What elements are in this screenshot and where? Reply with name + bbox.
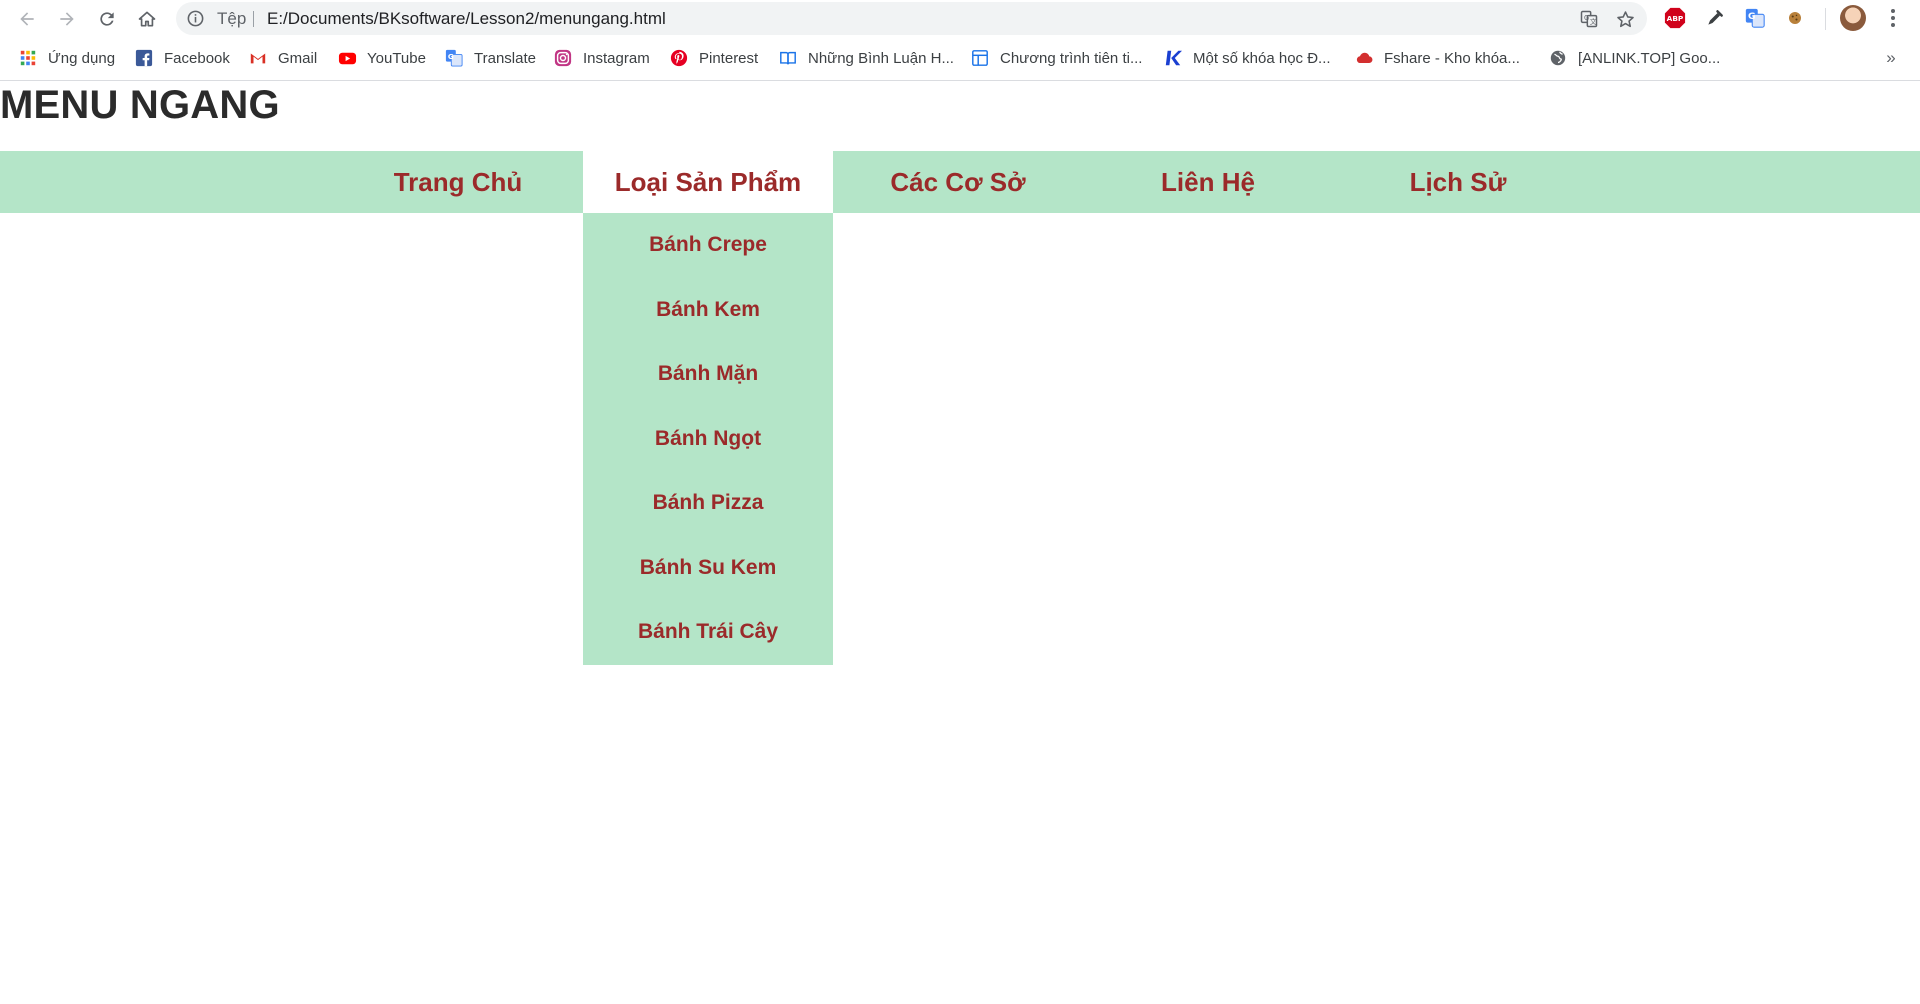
- bookmark-anlink[interactable]: [ANLINK.TOP] Goo...: [1548, 47, 1720, 69]
- reload-button[interactable]: [91, 3, 123, 35]
- home-button[interactable]: [131, 3, 163, 35]
- bookmark-gmail[interactable]: Gmail: [248, 47, 317, 69]
- bookmark-label: [ANLINK.TOP] Goo...: [1578, 49, 1721, 67]
- eyedropper-icon[interactable]: [1704, 7, 1726, 29]
- back-arrow-icon: [20, 12, 34, 26]
- forward-arrow-icon: [60, 12, 74, 26]
- pinterest-icon: [669, 48, 689, 68]
- bookmark-star-icon[interactable]: [1614, 8, 1636, 30]
- scheme-divider: [253, 11, 254, 27]
- bookmark-nhung-binh-luan[interactable]: Những Bình Luận H...: [778, 47, 954, 69]
- submenu-item-banh-pizza[interactable]: Bánh Pizza: [583, 471, 833, 536]
- bookmark-label: Ứng dụng: [48, 49, 116, 67]
- instagram-icon: [553, 48, 573, 68]
- bookmark-mot-so-khoa-hoc[interactable]: Một số khóa học Đ...: [1163, 47, 1331, 69]
- translate-page-icon[interactable]: G文: [1578, 8, 1600, 30]
- youtube-icon: [337, 48, 357, 68]
- back-button[interactable]: [11, 3, 43, 35]
- bookmark-label: Những Bình Luận H...: [808, 49, 954, 67]
- bookmark-apps[interactable]: Ứng dụng: [18, 47, 115, 69]
- forward-button[interactable]: [51, 3, 83, 35]
- bookmark-label: Translate: [474, 49, 536, 67]
- menu-item-loai-san-pham[interactable]: Loại Sản Phẩm: [583, 151, 833, 213]
- menu-item-lich-su[interactable]: Lịch Sử: [1333, 151, 1583, 213]
- k-logo-icon: [1163, 48, 1183, 68]
- profile-avatar[interactable]: [1840, 5, 1866, 31]
- bookmark-chuong-trinh[interactable]: Chương trình tiên ti...: [970, 47, 1142, 69]
- address-bar[interactable]: Tệp E:/Documents/BKsoftware/Lesson2/menu…: [176, 2, 1647, 35]
- bookmarks-bar: Ứng dụng Facebook Gmail YouTube G Transl…: [0, 37, 1920, 81]
- google-translate-icon[interactable]: G: [1744, 7, 1766, 29]
- bookmark-youtube[interactable]: YouTube: [337, 47, 426, 69]
- svg-text:文: 文: [1590, 17, 1597, 26]
- bookmarks-overflow-icon[interactable]: »: [1880, 47, 1902, 69]
- gmail-icon: [248, 48, 268, 68]
- layout-icon: [970, 48, 990, 68]
- submenu-item-banh-ngot[interactable]: Bánh Ngọt: [583, 407, 833, 472]
- adblock-plus-icon[interactable]: ABP: [1664, 7, 1686, 29]
- bookmark-label: Gmail: [278, 49, 318, 67]
- bookmark-label: Facebook: [164, 49, 230, 67]
- browser-menu-icon[interactable]: [1880, 5, 1906, 31]
- menu-item-cac-co-so[interactable]: Các Cơ Sở: [833, 151, 1083, 213]
- svg-text:G: G: [1748, 11, 1756, 22]
- page-content: MENU NGANG Trang Chủ Loại Sản Phẩm Các C…: [0, 82, 1920, 1004]
- svg-text:G: G: [1584, 14, 1589, 22]
- bookmark-translate[interactable]: G Translate: [444, 47, 536, 69]
- bookmark-label: Pinterest: [699, 49, 759, 67]
- cookie-icon[interactable]: [1784, 7, 1806, 29]
- svg-text:G: G: [448, 52, 454, 61]
- page-title: MENU NGANG: [0, 83, 280, 127]
- translate-icon: G: [444, 48, 464, 68]
- svg-text:ABP: ABP: [1667, 14, 1684, 23]
- bookmark-instagram[interactable]: Instagram: [553, 47, 650, 69]
- submenu-dropdown: Bánh Crepe Bánh Kem Bánh Mặn Bánh Ngọt B…: [583, 213, 833, 665]
- menu-item-trang-chu[interactable]: Trang Chủ: [333, 151, 583, 213]
- toolbar-divider: [1825, 8, 1826, 30]
- submenu-item-banh-crepe[interactable]: Bánh Crepe: [583, 213, 833, 278]
- menu-item-lien-he[interactable]: Liên Hệ: [1083, 151, 1333, 213]
- bookmark-label: Một số khóa học Đ...: [1193, 49, 1331, 67]
- apps-grid-icon: [18, 48, 38, 68]
- submenu-item-banh-su-kem[interactable]: Bánh Su Kem: [583, 536, 833, 601]
- cloud-icon: [1354, 48, 1374, 68]
- browser-toolbar: Tệp E:/Documents/BKsoftware/Lesson2/menu…: [0, 0, 1920, 37]
- bookmark-pinterest[interactable]: Pinterest: [669, 47, 758, 69]
- site-info-icon[interactable]: [186, 9, 205, 28]
- submenu-item-banh-trai-cay[interactable]: Bánh Trái Cây: [583, 600, 833, 665]
- url-text[interactable]: E:/Documents/BKsoftware/Lesson2/menungan…: [267, 2, 666, 35]
- submenu-item-banh-kem[interactable]: Bánh Kem: [583, 278, 833, 343]
- home-icon: [138, 11, 156, 27]
- bookmark-label: Chương trình tiên ti...: [1000, 49, 1143, 67]
- submenu-item-banh-man[interactable]: Bánh Mặn: [583, 342, 833, 407]
- horizontal-menu: Trang Chủ Loại Sản Phẩm Các Cơ Sở Liên H…: [0, 151, 1920, 213]
- bookmark-label: YouTube: [367, 49, 426, 67]
- reload-icon: [100, 12, 114, 26]
- bookmark-facebook[interactable]: Facebook: [134, 47, 230, 69]
- bookmark-label: Instagram: [583, 49, 650, 67]
- bookmark-fshare[interactable]: Fshare - Kho khóa...: [1354, 47, 1520, 69]
- facebook-icon: [134, 48, 154, 68]
- bookmark-label: Fshare - Kho khóa...: [1384, 49, 1520, 67]
- globe-icon: [1548, 48, 1568, 68]
- scheme-label: Tệp: [217, 9, 247, 28]
- book-icon: [778, 48, 798, 68]
